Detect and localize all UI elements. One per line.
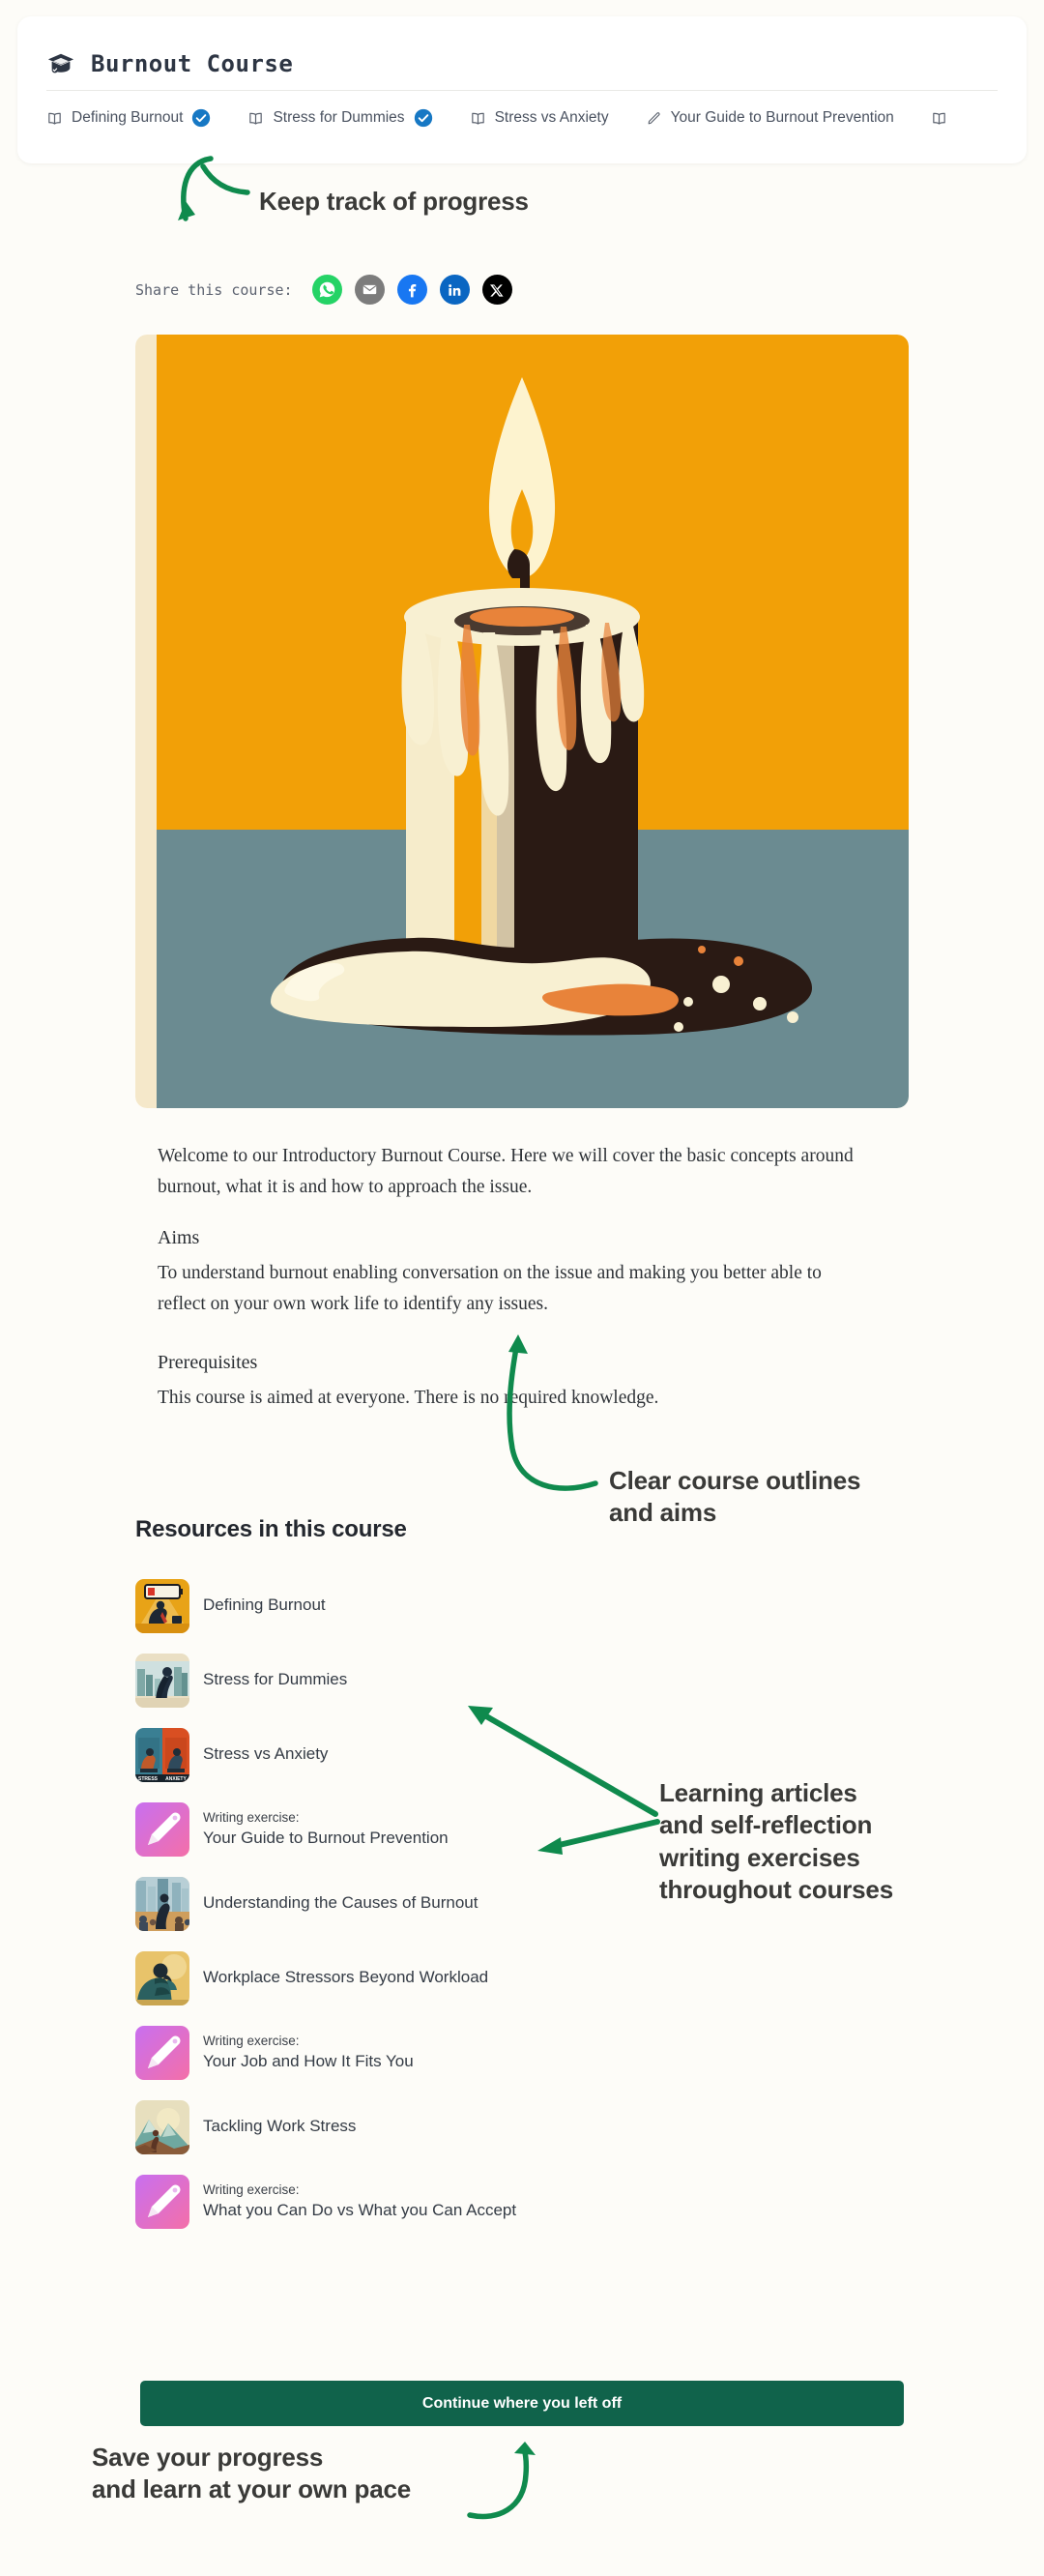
tab-stress-vs-anxiety[interactable]: Stress vs Anxiety bbox=[470, 109, 609, 127]
linkedin-share-button[interactable] bbox=[439, 275, 470, 305]
book-icon bbox=[931, 110, 947, 127]
list-item-text: Stress for Dummies bbox=[203, 1669, 347, 1690]
resources-list: Defining Burnout Stress for Dummies STRE… bbox=[135, 1568, 677, 2239]
annotation-arrow-outlines bbox=[507, 1334, 598, 1491]
mountain-hiker-thumb bbox=[135, 2099, 189, 2154]
pencil-icon bbox=[646, 110, 662, 127]
city-silhouette-thumb bbox=[135, 1653, 189, 1708]
completed-check-icon bbox=[191, 108, 211, 128]
whatsapp-icon bbox=[319, 281, 334, 298]
city-crowd-thumb bbox=[135, 1876, 189, 1931]
book-icon bbox=[470, 110, 486, 127]
list-item-title: Workplace Stressors Beyond Workload bbox=[203, 1968, 489, 1987]
anno-line-1: Clear course outlines bbox=[609, 1466, 861, 1495]
resources-heading: Resources in this course bbox=[135, 1516, 407, 1542]
linkedin-icon bbox=[449, 283, 461, 296]
list-item-kicker: Writing exercise: bbox=[203, 2033, 300, 2048]
book-icon bbox=[46, 110, 63, 127]
list-item-title: Stress vs Anxiety bbox=[203, 1744, 329, 1764]
x-twitter-icon bbox=[490, 283, 504, 297]
graduation-cap-icon bbox=[46, 49, 75, 78]
stress-anxiety-split-thumb: STRESS ANXIETY bbox=[135, 1727, 189, 1782]
tab-defining-burnout[interactable]: Defining Burnout bbox=[46, 108, 211, 128]
share-row: Share this course: bbox=[135, 275, 512, 305]
header-title-row: Burnout Course bbox=[17, 16, 1027, 90]
list-item-title: Stress for Dummies bbox=[203, 1670, 348, 1689]
anno-line-4: throughout courses bbox=[659, 1874, 893, 1904]
list-item[interactable]: Understanding the Causes of Burnout bbox=[135, 1866, 677, 1941]
list-item-text: Stress vs Anxiety bbox=[203, 1743, 328, 1765]
list-item[interactable]: Workplace Stressors Beyond Workload bbox=[135, 1941, 677, 2015]
course-header-card: Burnout Course Defining Burnout Stress f… bbox=[17, 16, 1027, 163]
svg-text:STRESS: STRESS bbox=[138, 1776, 159, 1782]
list-item[interactable]: Tackling Work Stress bbox=[135, 2090, 677, 2164]
list-item-title: Understanding the Causes of Burnout bbox=[203, 1893, 478, 1913]
list-item-text: Tackling Work Stress bbox=[203, 2116, 356, 2137]
email-share-button[interactable] bbox=[354, 275, 385, 305]
list-item[interactable]: Writing exercise: Your Job and How It Fi… bbox=[135, 2015, 677, 2090]
anno-line-2: and learn at your own pace bbox=[92, 2474, 411, 2504]
list-item-text: Defining Burnout bbox=[203, 1595, 326, 1616]
facebook-share-button[interactable] bbox=[396, 275, 427, 305]
list-item-text: Writing exercise: Your Guide to Burnout … bbox=[203, 1809, 449, 1849]
burnout-battery-thumb bbox=[135, 1578, 189, 1633]
list-item[interactable]: Defining Burnout bbox=[135, 1568, 677, 1643]
list-item-text: Writing exercise: What you Can Do vs Wha… bbox=[203, 2181, 516, 2221]
tab-stress-for-dummies[interactable]: Stress for Dummies bbox=[247, 108, 432, 128]
whatsapp-share-button[interactable] bbox=[311, 275, 342, 305]
list-item-text: Workplace Stressors Beyond Workload bbox=[203, 1967, 488, 1988]
annotation-clear-course-outlines: Clear course outlines and aims bbox=[609, 1465, 860, 1530]
anno-line-1: Learning articles bbox=[659, 1778, 857, 1807]
list-item-text: Understanding the Causes of Burnout bbox=[203, 1892, 478, 1914]
list-item-title: What you Can Do vs What you Can Accept bbox=[203, 2201, 517, 2220]
tired-worker-thumb bbox=[135, 1950, 189, 2005]
course-hero-image bbox=[135, 335, 909, 1108]
tab-label: Defining Burnout bbox=[72, 109, 184, 126]
anno-line-1: Save your progress bbox=[92, 2443, 324, 2472]
envelope-icon bbox=[362, 284, 376, 295]
tab-your-guide-to-burnout-prevention[interactable]: Your Guide to Burnout Prevention bbox=[646, 109, 894, 127]
facebook-icon bbox=[408, 284, 416, 298]
continue-where-you-left-off-button[interactable]: Continue where you left off bbox=[140, 2381, 904, 2426]
list-item-title: Your Job and How It Fits You bbox=[203, 2052, 414, 2071]
annotation-keep-track-of-progress: Keep track of progress bbox=[259, 187, 529, 216]
x-share-button[interactable] bbox=[481, 275, 512, 305]
list-item[interactable]: Writing exercise: What you Can Do vs Wha… bbox=[135, 2164, 677, 2239]
annotation-learning-articles: Learning articles and self-reflection wr… bbox=[659, 1777, 893, 1906]
share-label: Share this course: bbox=[135, 280, 293, 299]
intro-paragraph: Welcome to our Introductory Burnout Cour… bbox=[158, 1146, 854, 1197]
list-item-title: Your Guide to Burnout Prevention bbox=[203, 1829, 449, 1848]
pencil-thumb bbox=[135, 2174, 189, 2229]
svg-text:ANXIETY: ANXIETY bbox=[165, 1776, 187, 1782]
aims-paragraph: To understand burnout enabling conversat… bbox=[158, 1263, 822, 1314]
tab-label: Stress vs Anxiety bbox=[494, 109, 609, 126]
pencil-thumb bbox=[135, 2025, 189, 2080]
book-icon bbox=[247, 110, 264, 127]
annotation-save-your-progress: Save your progress and learn at your own… bbox=[92, 2442, 411, 2506]
page-root: Burnout Course Defining Burnout Stress f… bbox=[0, 0, 1044, 2576]
completed-check-icon bbox=[414, 108, 433, 128]
tab-label: Stress for Dummies bbox=[273, 109, 405, 126]
list-item-kicker: Writing exercise: bbox=[203, 1809, 300, 1825]
page-title: Burnout Course bbox=[91, 50, 294, 77]
list-item-text: Writing exercise: Your Job and How It Fi… bbox=[203, 2033, 414, 2072]
anno-line-3: writing exercises bbox=[659, 1842, 860, 1872]
chapter-tabbar[interactable]: Defining Burnout Stress for Dummies Stre… bbox=[17, 91, 1027, 145]
anno-line-2: and aims bbox=[609, 1498, 717, 1528]
list-item-title: Tackling Work Stress bbox=[203, 2117, 357, 2136]
aims-heading: Aims bbox=[158, 1227, 200, 1249]
tab-next-partial[interactable] bbox=[931, 110, 947, 127]
pencil-thumb bbox=[135, 1801, 189, 1857]
annotation-arrow-save-progress bbox=[467, 2442, 536, 2520]
list-item-title: Defining Burnout bbox=[203, 1595, 326, 1615]
anno-line-2: and self-reflection bbox=[659, 1810, 873, 1840]
tab-label: Your Guide to Burnout Prevention bbox=[670, 109, 894, 126]
annotation-arrow-articles bbox=[468, 1706, 660, 1855]
list-item-kicker: Writing exercise: bbox=[203, 2181, 300, 2197]
